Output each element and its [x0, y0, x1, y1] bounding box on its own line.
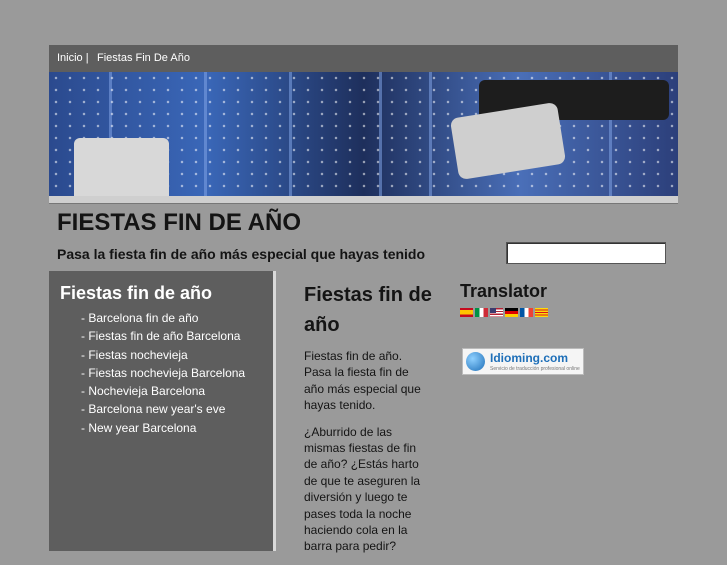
cup-shape — [74, 138, 169, 196]
top-navigation: Inicio | Fiestas Fin De Año — [49, 45, 678, 72]
sidebar-item-barcelona-new-years-eve[interactable]: - Barcelona new year's eve — [81, 400, 245, 418]
sidebar-item-fiestas-nochevieja[interactable]: - Fiestas nochevieja — [81, 346, 245, 364]
spanish-flag-icon[interactable] — [460, 308, 473, 317]
idioming-brand: Idioming.com — [490, 351, 568, 365]
article-paragraph: Fiestas fin de año. Pasa la fiesta fin d… — [304, 349, 421, 413]
nav-link-inicio[interactable]: Inicio | — [57, 52, 89, 64]
article-paragraph: ¿Aburrido de las mismas fiestas de fin d… — [304, 424, 421, 554]
site-title: FIESTAS FIN DE AÑO — [57, 209, 302, 236]
idioming-tagline: Servicio de traducción profesional onlin… — [490, 366, 580, 372]
nav-link-fiestas-fin-de-ano[interactable]: Fiestas Fin De Año — [97, 52, 190, 64]
sidebar-item-barcelona-fin-de-ano[interactable]: - Barcelona fin de año — [81, 309, 245, 327]
globe-icon — [466, 352, 485, 371]
catalan-flag-icon[interactable] — [535, 308, 548, 317]
sidebar-item-fiestas-nochevieja-barcelona[interactable]: - Fiestas nochevieja Barcelona — [81, 364, 245, 382]
sidebar-item-new-year-barcelona[interactable]: - New year Barcelona — [81, 419, 245, 437]
sidebar-item-nochevieja-barcelona[interactable]: - Nochevieja Barcelona — [81, 382, 245, 400]
site-subtitle: Pasa la fiesta fin de año más especial q… — [57, 246, 426, 262]
sidebar-title: Fiestas fin de año — [60, 283, 213, 303]
sidebar-menu: - Barcelona fin de año - Fiestas fin de … — [81, 309, 245, 437]
french-flag-icon[interactable] — [520, 308, 533, 317]
article-body: Fiestas fin de año. Pasa la fiesta fin d… — [304, 348, 428, 565]
header-banner-image — [49, 72, 678, 196]
italian-flag-icon[interactable] — [475, 308, 488, 317]
sidebar: Fiestas fin de año - Barcelona fin de añ… — [49, 271, 276, 551]
sidebar-item-fiestas-fin-de-ano-barcelona[interactable]: - Fiestas fin de año Barcelona — [81, 327, 245, 345]
english-flag-icon[interactable] — [490, 308, 503, 317]
german-flag-icon[interactable] — [505, 308, 518, 317]
translator-title: Translator — [460, 281, 548, 301]
search-input[interactable] — [506, 242, 666, 264]
banner-divider — [49, 196, 678, 204]
article-title: Fiestas fin de año — [304, 284, 432, 336]
language-flags — [460, 308, 548, 317]
idioming-badge-link[interactable]: Idioming.com Servicio de traducción prof… — [462, 348, 584, 375]
